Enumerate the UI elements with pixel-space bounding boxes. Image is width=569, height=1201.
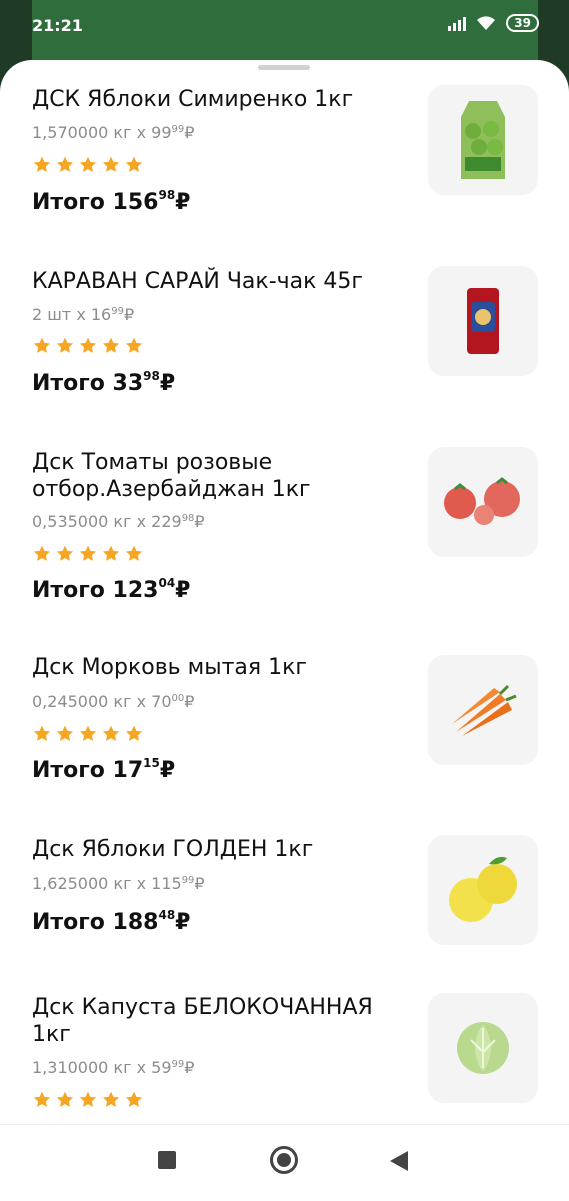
item-quantity: 1,570000 кг x 9999₽	[32, 123, 195, 142]
product-image[interactable]	[428, 447, 538, 557]
star-icon[interactable]	[101, 1090, 121, 1110]
yellow-apples-icon	[449, 856, 517, 922]
star-icon[interactable]	[101, 544, 121, 564]
item-total: Итого 1715₽	[32, 756, 176, 783]
star-icon[interactable]	[55, 336, 75, 356]
star-icon[interactable]	[124, 1090, 144, 1110]
item-total: Итого 18848₽	[32, 908, 191, 935]
rating-stars[interactable]	[32, 724, 144, 744]
system-navigation-bar	[0, 1124, 569, 1201]
item-title: Дск Морковь мытая 1кг	[32, 655, 307, 680]
order-items-sheet[interactable]: ДСК Яблоки Симиренко 1кг 1,570000 кг x 9…	[0, 60, 569, 1124]
wifi-icon	[477, 16, 496, 30]
item-quantity: 0,535000 кг x 22998₽	[32, 512, 205, 531]
recents-button[interactable]	[158, 1151, 176, 1169]
star-icon[interactable]	[55, 724, 75, 744]
sheet-drag-handle[interactable]	[258, 65, 310, 70]
item-title: ДСК Яблоки Симиренко 1кг	[32, 87, 354, 112]
star-icon[interactable]	[78, 336, 98, 356]
star-icon[interactable]	[124, 155, 144, 175]
status-time: 21:21	[32, 16, 83, 35]
item-total: Итого 3398₽	[32, 369, 176, 396]
item-title: Дск Томаты розовые отбор.Азербайджан 1кг	[32, 450, 311, 502]
rating-stars[interactable]	[32, 1090, 144, 1110]
star-icon[interactable]	[78, 155, 98, 175]
item-title: КАРАВАН САРАЙ Чак-чак 45г	[32, 269, 363, 294]
home-button[interactable]	[270, 1146, 298, 1174]
product-image[interactable]	[428, 266, 538, 376]
star-icon[interactable]	[124, 336, 144, 356]
star-icon[interactable]	[32, 544, 52, 564]
star-icon[interactable]	[55, 544, 75, 564]
status-icons: 39	[448, 14, 539, 32]
rating-stars[interactable]	[32, 336, 144, 356]
product-image[interactable]	[428, 835, 538, 945]
item-title: Дск Капуста БЕЛОКОЧАННАЯ 1кг	[32, 995, 373, 1047]
star-icon[interactable]	[78, 544, 98, 564]
product-image[interactable]	[428, 85, 538, 195]
star-icon[interactable]	[124, 724, 144, 744]
carrots-icon	[452, 684, 517, 736]
battery-icon: 39	[506, 14, 539, 32]
status-bar: 21:21 39	[0, 0, 569, 56]
chak-chak-pack-icon	[467, 288, 499, 354]
item-quantity: 1,625000 кг x 11599₽	[32, 874, 205, 893]
item-quantity: 0,245000 кг x 7000₽	[32, 692, 195, 711]
item-quantity: 2 шт x 1699₽	[32, 305, 135, 324]
star-icon[interactable]	[55, 155, 75, 175]
item-total: Итого 15698₽	[32, 188, 191, 215]
tomatoes-icon	[444, 477, 520, 525]
star-icon[interactable]	[32, 724, 52, 744]
star-icon[interactable]	[124, 544, 144, 564]
star-icon[interactable]	[32, 336, 52, 356]
product-image[interactable]	[428, 655, 538, 765]
signal-icon	[448, 15, 467, 31]
star-icon[interactable]	[101, 336, 121, 356]
product-image[interactable]	[428, 993, 538, 1103]
item-quantity: 1,310000 кг x 5999₽	[32, 1058, 195, 1077]
star-icon[interactable]	[101, 724, 121, 744]
item-title: Дск Яблоки ГОЛДЕН 1кг	[32, 837, 314, 862]
back-button[interactable]	[390, 1151, 408, 1171]
item-total: Итого 12304₽	[32, 576, 191, 603]
star-icon[interactable]	[32, 155, 52, 175]
star-icon[interactable]	[55, 1090, 75, 1110]
star-icon[interactable]	[78, 724, 98, 744]
cabbage-icon	[457, 1022, 509, 1074]
rating-stars[interactable]	[32, 155, 144, 175]
rating-stars[interactable]	[32, 544, 144, 564]
star-icon[interactable]	[78, 1090, 98, 1110]
star-icon[interactable]	[101, 155, 121, 175]
green-apples-bag-icon	[461, 101, 505, 179]
star-icon[interactable]	[32, 1090, 52, 1110]
